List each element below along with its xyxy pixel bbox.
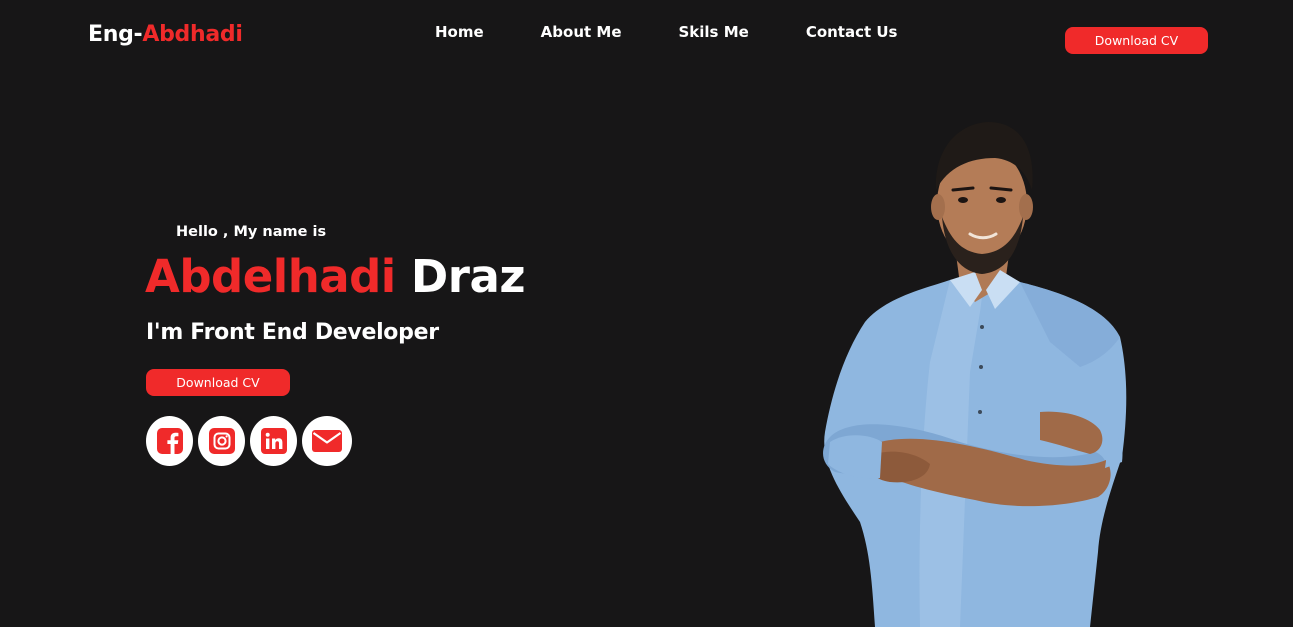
main-nav: Home About Me Skils Me Contact Us: [435, 23, 898, 41]
nav-about[interactable]: About Me: [541, 23, 622, 41]
facebook-icon: [156, 428, 183, 454]
hero-last-name: Draz: [410, 250, 526, 303]
email-link[interactable]: [302, 416, 352, 466]
hero-download-cv-button[interactable]: Download CV: [146, 369, 290, 396]
nav-skills[interactable]: Skils Me: [679, 23, 749, 41]
person-photo: [823, 122, 1127, 627]
instagram-icon: [208, 428, 235, 454]
instagram-link[interactable]: [198, 416, 245, 466]
page: Eng-Abdhadi Home About Me Skils Me Conta…: [0, 0, 1293, 627]
nav-contact[interactable]: Contact Us: [806, 23, 898, 41]
logo-prefix: Eng-: [88, 22, 143, 47]
hero-first-name: Abdelhadi: [145, 250, 396, 303]
hero-role: I'm Front End Developer: [146, 320, 439, 345]
site-logo[interactable]: Eng-Abdhadi: [88, 22, 243, 47]
header-download-cv-button[interactable]: Download CV: [1065, 27, 1208, 54]
logo-accent: Abdhadi: [142, 22, 243, 47]
facebook-link[interactable]: [146, 416, 193, 466]
linkedin-link[interactable]: [250, 416, 297, 466]
envelope-icon: [312, 430, 342, 452]
linkedin-icon: [260, 428, 287, 454]
hero-greeting: Hello , My name is: [176, 224, 327, 240]
nav-home[interactable]: Home: [435, 23, 484, 41]
hero-name: Abdelhadi Draz: [145, 250, 526, 303]
social-links: [146, 416, 352, 466]
